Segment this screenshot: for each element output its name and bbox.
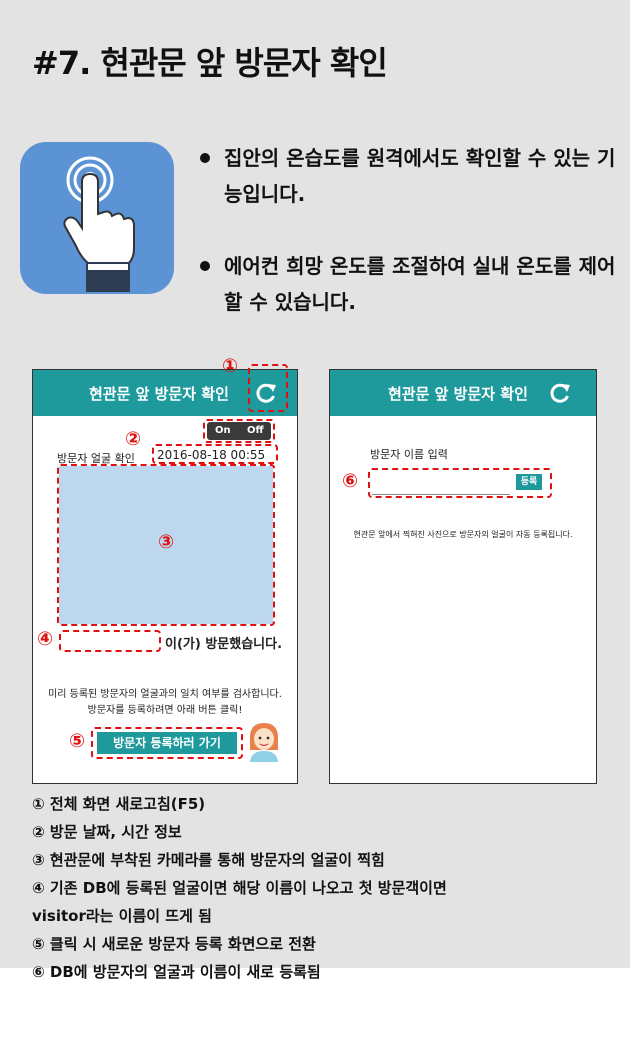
info-line-1: 미리 등록된 방문자의 얼굴과의 일치 여부를 검사합니다. — [48, 689, 282, 700]
marker-2: ② — [125, 428, 142, 450]
note-item: ④ 기존 DB에 등록된 얼굴이면 해당 이름이 나오고 첫 방문객이면 — [32, 879, 447, 897]
input-highlight — [368, 468, 552, 498]
note-item: ① 전체 화면 새로고침(F5) — [32, 795, 206, 813]
datetime-highlight — [152, 444, 278, 464]
hand-touch-icon — [20, 142, 174, 294]
marker-1: ① — [222, 355, 239, 377]
toggle-highlight — [203, 419, 275, 443]
slide: #7. 현관문 앞 방문자 확인 집안의 온습도를 원격에서도 확인할 수 있는… — [0, 0, 630, 981]
feature-bullets: 집안의 온습도를 원격에서도 확인할 수 있는 기능입니다. 에어컨 희망 온도… — [200, 140, 620, 356]
app-bar: 현관문 앞 방문자 확인 — [330, 370, 596, 416]
note-item: ⑥ DB에 방문자의 얼굴과 이름이 새로 등록됨 — [32, 963, 321, 981]
marker-6: ⑥ — [342, 470, 359, 492]
register-button-highlight — [91, 727, 243, 759]
auto-register-info: 현관문 앞에서 찍혀진 사진으로 방문자의 얼굴이 자동 등록됩니다. — [353, 530, 573, 539]
marker-3: ③ — [158, 531, 175, 553]
note-item: ③ 현관문에 부착된 카메라를 통해 방문자의 얼굴이 찍힘 — [32, 851, 385, 869]
refresh-icon[interactable] — [546, 379, 574, 407]
notes-list: ① 전체 화면 새로고침(F5) ② 방문 날짜, 시간 정보 ③ 현관문에 부… — [32, 790, 622, 986]
visitor-register-screen: 현관문 앞 방문자 확인 방문자 이름 입력 ⑥ 등록 현관문 앞에서 찍혀진 … — [329, 369, 597, 784]
avatar-icon — [247, 720, 281, 762]
app-bar-title: 현관문 앞 방문자 확인 — [89, 385, 229, 403]
marker-4: ④ — [37, 628, 54, 650]
bullet-item: 집안의 온습도를 원격에서도 확인할 수 있는 기능입니다. — [200, 140, 620, 212]
bullet-item: 에어컨 희망 온도를 조절하여 실내 온도를 제어할 수 있습니다. — [200, 248, 620, 320]
marker-5: ⑤ — [69, 730, 86, 752]
note-item: visitor라는 이름이 뜨게 됨 — [32, 907, 212, 925]
page-title: #7. 현관문 앞 방문자 확인 — [32, 44, 388, 82]
visitor-name-highlight — [59, 630, 161, 652]
refresh-highlight — [248, 364, 288, 412]
name-label: 방문자 이름 입력 — [370, 448, 448, 461]
info-line-2: 방문자를 등록하려면 아래 버튼 클릭! — [87, 705, 243, 716]
note-item: ⑤ 클릭 시 새로운 방문자 등록 화면으로 전환 — [32, 935, 316, 953]
note-item: ② 방문 날짜, 시간 정보 — [32, 823, 182, 841]
app-bar-title: 현관문 앞 방문자 확인 — [388, 385, 528, 403]
visited-text: 이(가) 방문했습니다. — [165, 637, 283, 652]
visitor-check-screen: 현관문 앞 방문자 확인 ① On Off 방문자 얼굴 확인 ② 2016-0… — [32, 357, 298, 784]
